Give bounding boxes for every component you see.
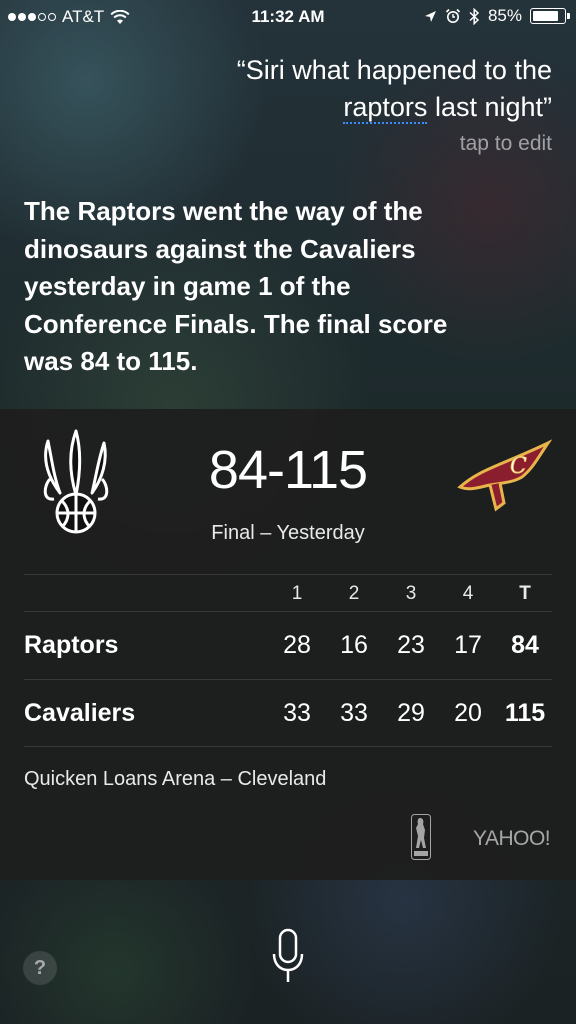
raptors-q1: 28 [283, 631, 311, 659]
tap-to-edit-label[interactable]: tap to edit [460, 132, 552, 156]
header-q2: 2 [348, 583, 360, 604]
score-card[interactable]: 84-115 Final – Yesterday C 1 2 3 4 T Rap… [0, 409, 576, 880]
cavaliers-q3: 29 [397, 699, 425, 727]
divider-top [24, 574, 552, 575]
bluetooth-icon [469, 7, 480, 25]
svg-text:C: C [510, 454, 527, 479]
siri-answer: The Raptors went the way of the dinosaur… [24, 196, 448, 376]
raptors-total: 84 [511, 631, 539, 659]
divider-row1 [24, 679, 552, 680]
cavaliers-q1: 33 [283, 699, 311, 727]
cavaliers-q2: 33 [340, 699, 368, 727]
battery-icon [530, 8, 570, 24]
siri-query[interactable]: “Siri what happened to the raptors last … [132, 52, 552, 126]
cavaliers-q4: 20 [454, 699, 482, 727]
nba-logo[interactable] [411, 814, 431, 860]
raptors-q3: 23 [397, 631, 425, 659]
venue-label: Quicken Loans Arena – Cleveland [24, 768, 327, 790]
location-icon [424, 10, 436, 22]
raptors-q2: 16 [340, 631, 368, 659]
query-corrected-word[interactable]: raptors [343, 92, 428, 124]
header-q4: 4 [462, 583, 474, 604]
cavaliers-total: 115 [504, 699, 546, 727]
divider-header [24, 611, 552, 612]
team-name-cavaliers: Cavaliers [24, 699, 136, 727]
help-icon[interactable]: ? [23, 951, 57, 985]
microphone-icon[interactable] [270, 928, 306, 986]
status-right: 85% [424, 6, 570, 26]
battery-level [533, 11, 558, 21]
query-line2: last night” [427, 92, 552, 122]
header-total: T [519, 583, 531, 604]
header-q1: 1 [291, 583, 303, 604]
team-name-raptors: Raptors [24, 631, 119, 659]
game-status: Final – Yesterday [211, 522, 365, 544]
battery-percent: 85% [487, 6, 522, 25]
raptors-q4: 17 [454, 631, 482, 659]
divider-row2 [24, 746, 552, 747]
yahoo-source-logo[interactable]: YAHOO! [473, 827, 551, 851]
cavaliers-logo: C [457, 439, 552, 512]
query-line1: “Siri what happened to the [236, 55, 552, 85]
alarm-icon [445, 8, 461, 23]
status-bar: AT&T 11:32 AM 85% [0, 0, 576, 34]
header-q3: 3 [405, 583, 417, 604]
